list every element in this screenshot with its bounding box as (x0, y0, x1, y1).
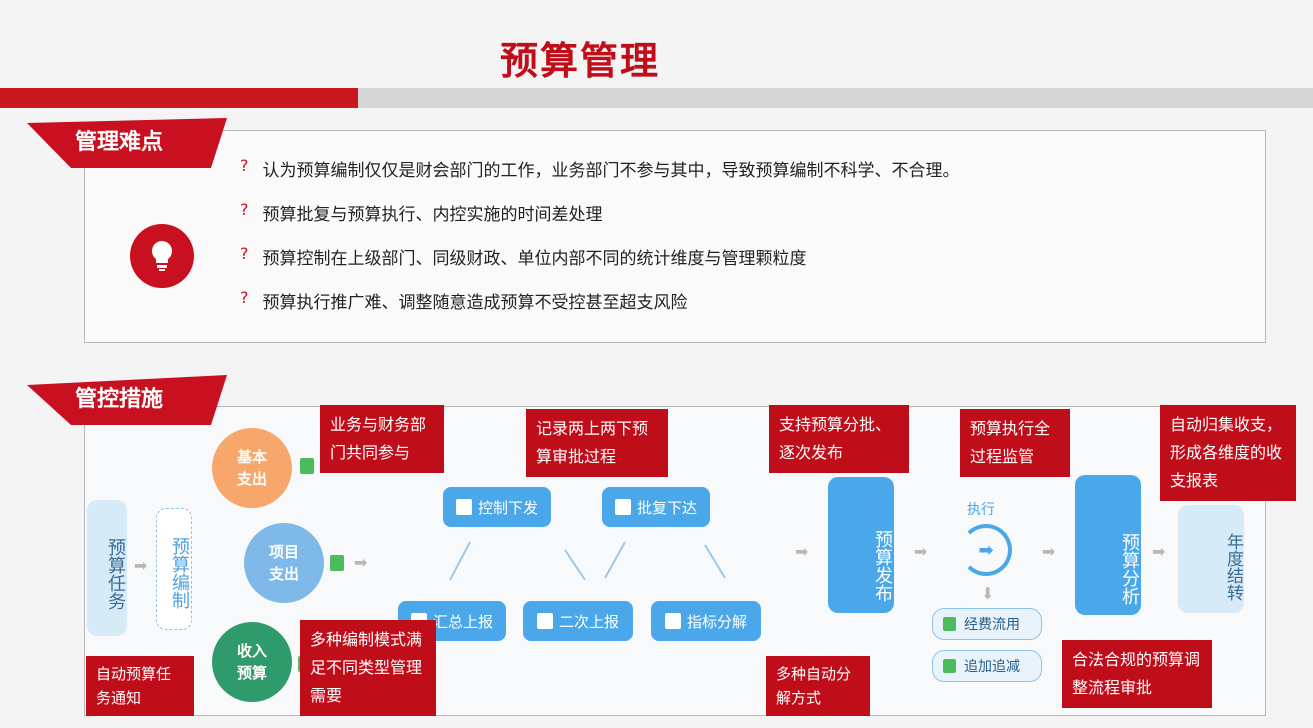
difficulty-list: ? 认为预算编制仅仅是财会部门的工作，业务部门不参与其中，导致预算编制不科学、不合… (240, 156, 960, 332)
control-issue-button[interactable]: 控制下发 (443, 487, 551, 527)
question-icon: ? (240, 200, 249, 219)
question-icon: ? (240, 288, 249, 307)
lightbulb-icon (130, 224, 194, 288)
list-item: ? 认为预算编制仅仅是财会部门的工作，业务部门不参与其中，导致预算编制不科学、不合… (240, 156, 960, 181)
arrow-down-icon: ⬇ (981, 584, 995, 603)
header-bar-grey (358, 88, 1313, 108)
callout-auto-collect: 自动归集收支，形成各维度的收支报表 (1160, 405, 1296, 501)
callout-auto-task: 自动预算任务通知 (86, 656, 194, 716)
year-end-carryover-box: 年度结转 (1178, 505, 1244, 613)
header-bar-red (0, 88, 358, 108)
arrow-right-icon: ➡ (795, 542, 809, 561)
execute-label: 执行 (967, 502, 995, 518)
page-title: 预算管理 (499, 39, 660, 83)
list-item: ? 预算控制在上级部门、同级财政、单位内部不同的统计维度与管理颗粒度 (240, 244, 807, 269)
execute-icon: ➡ (960, 524, 1012, 576)
list-item: ? 预算批复与预算执行、内控实施的时间差处理 (240, 200, 603, 225)
flow-arrows (449, 541, 726, 581)
document-icon (943, 659, 956, 673)
callout-auto-decompose: 多种自动分解方式 (766, 656, 870, 716)
document-icon (330, 555, 344, 571)
callout-business-finance: 业务与财务部门共同参与 (320, 405, 444, 473)
difficulties-tag: 管理难点 (27, 118, 227, 168)
budget-release-box: 预算发布 (828, 477, 894, 613)
document-icon (536, 613, 553, 629)
add-reduce-pill[interactable]: 追加追减 (932, 650, 1042, 682)
callout-compile-modes: 多种编制模式满足不同类型管理需要 (300, 620, 436, 716)
edit-icon (455, 499, 472, 515)
list-item: ? 预算执行推广难、调整随意造成预算不受控甚至超支风险 (240, 288, 688, 313)
hierarchy-icon (664, 613, 681, 629)
arrow-right-icon: ➡ (354, 553, 368, 572)
basic-expense-circle: 基本支出 (212, 428, 292, 508)
income-budget-circle: 收入预算 (212, 622, 292, 702)
approve-issue-button[interactable]: 批复下达 (602, 487, 710, 527)
arrow-right-icon: ➡ (1152, 542, 1166, 561)
question-icon: ? (240, 244, 249, 263)
download-icon (614, 499, 631, 515)
fund-transfer-pill[interactable]: 经费流用 (932, 608, 1042, 640)
budget-analysis-box: 预算分析 (1075, 475, 1141, 615)
arrow-right-icon: ➡ (914, 542, 928, 561)
budget-task-box: 预算任务 (87, 500, 127, 636)
measures-tag: 管控措施 (27, 375, 227, 425)
callout-execution-supervision: 预算执行全过程监管 (960, 409, 1070, 477)
document-icon (943, 617, 956, 631)
project-expense-circle: 项目支出 (244, 523, 324, 603)
callout-adjust-approval: 合法合规的预算调整流程审批 (1062, 640, 1212, 708)
arrow-right-icon: ➡ (1042, 542, 1056, 561)
budget-compile-box: 预算编制 (156, 508, 192, 630)
question-icon: ? (240, 156, 249, 175)
arrow-right-icon: ➡ (134, 556, 148, 575)
callout-batch-release: 支持预算分批、逐次发布 (769, 405, 909, 473)
document-icon (300, 458, 314, 474)
callout-approval-process: 记录两上两下预算审批过程 (526, 409, 668, 477)
